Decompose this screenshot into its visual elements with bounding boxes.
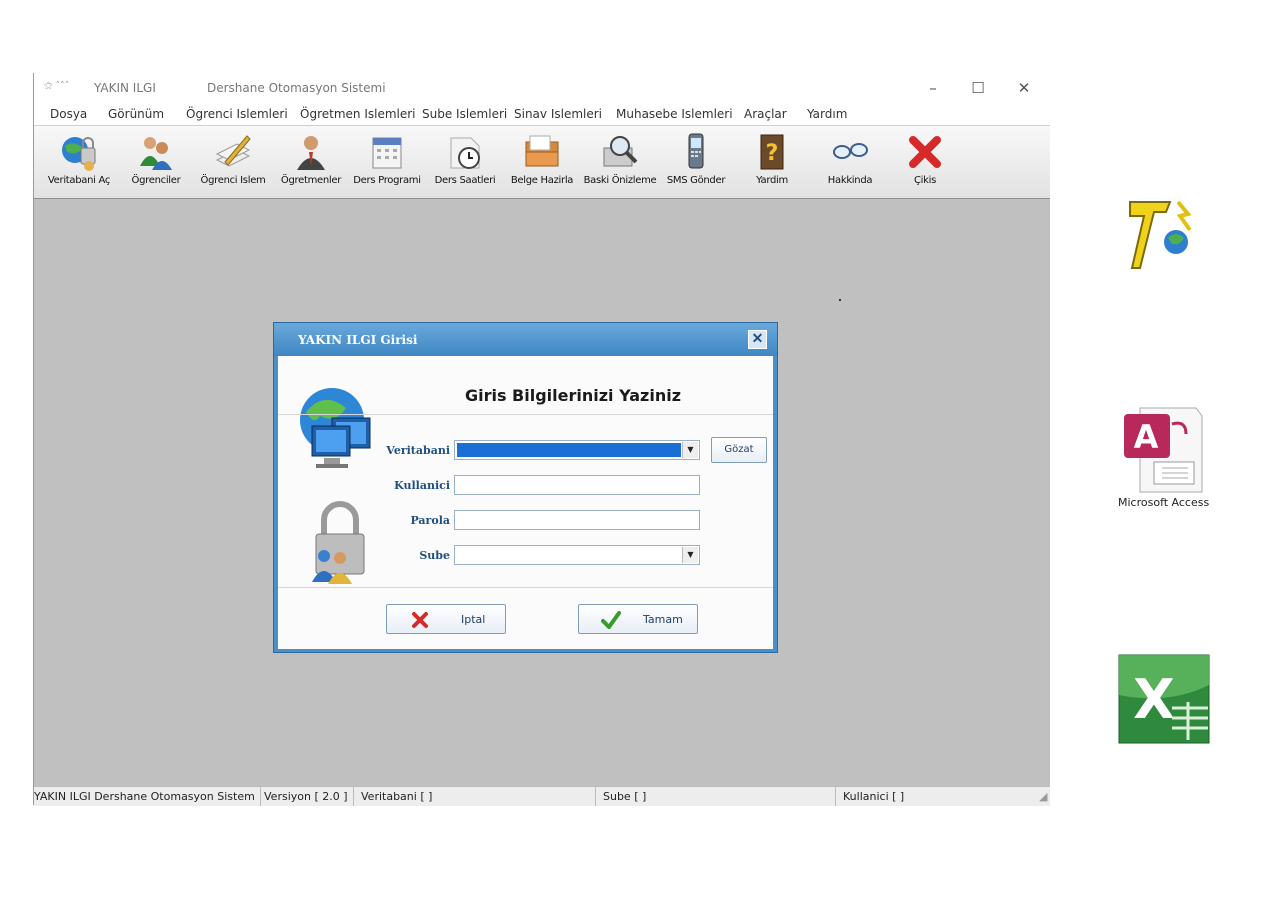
status-branch: Sube [ ] bbox=[596, 787, 836, 806]
padlock-users-icon bbox=[312, 501, 365, 584]
status-version: Versiyon [ 2.0 ] bbox=[261, 787, 354, 806]
database-label: Veritabani bbox=[386, 444, 450, 457]
title-bar: ⚝ ˄˄˄ YAKIN ILGI Dershane Otomasyon Sist… bbox=[34, 73, 1050, 103]
checkmark-icon bbox=[601, 611, 621, 629]
clock-icon bbox=[450, 137, 480, 169]
resize-grip-icon[interactable]: ◢ bbox=[1036, 787, 1050, 806]
ok-button[interactable]: Tamam bbox=[578, 604, 698, 634]
toolbar-ders-programi[interactable]: Ders Programi bbox=[350, 130, 424, 194]
menu-muhasebe-islemleri[interactable]: Muhasebe Islemleri bbox=[616, 107, 733, 121]
student-edit-icon bbox=[215, 135, 251, 167]
database-selection-highlight bbox=[457, 443, 681, 457]
documents-icon bbox=[525, 135, 559, 167]
exit-x-icon bbox=[909, 136, 941, 168]
window-close-button[interactable]: ✕ bbox=[1002, 75, 1046, 101]
status-app: YAKIN ILGI Dershane Otomasyon Sistem bbox=[31, 787, 261, 806]
students-icon bbox=[140, 137, 172, 170]
access-label: Microsoft Access bbox=[1118, 496, 1210, 509]
menu-sube-islemleri[interactable]: Sube Islemleri bbox=[422, 107, 507, 121]
help-book-icon: ? bbox=[760, 134, 784, 170]
cancel-button[interactable]: Iptal bbox=[386, 604, 506, 634]
calendar-icon bbox=[372, 137, 402, 169]
maximize-button[interactable]: ☐ bbox=[956, 75, 1000, 101]
desktop-icon-access[interactable]: A Microsoft Access bbox=[1118, 406, 1222, 509]
app-title: YAKIN ILGI bbox=[94, 81, 156, 95]
toolbar-hakkinda[interactable]: Hakkinda bbox=[820, 130, 880, 194]
browse-button[interactable]: Gözat bbox=[711, 437, 767, 463]
svg-text:X: X bbox=[1133, 668, 1175, 731]
desktop-icon-7z[interactable] bbox=[1126, 198, 1202, 276]
database-open-icon bbox=[62, 137, 96, 171]
chevron-down-icon[interactable]: ▼ bbox=[682, 442, 698, 458]
user-input[interactable] bbox=[454, 475, 700, 495]
toolbar-veritabani-ac[interactable]: Veritabani Aç bbox=[40, 130, 118, 194]
teacher-icon bbox=[297, 136, 325, 170]
toolbar-yardim[interactable]: ? Yardim bbox=[744, 130, 800, 194]
database-select[interactable]: ▼ bbox=[454, 440, 700, 460]
menu-dosya[interactable]: Dosya bbox=[50, 107, 87, 121]
toolbar-belge-hazirla[interactable]: Belge Hazirla bbox=[508, 130, 576, 194]
chevron-down-icon[interactable]: ▼ bbox=[682, 547, 698, 563]
menu-araclar[interactable]: Araçlar bbox=[744, 107, 787, 121]
menu-yardim[interactable]: Yardım bbox=[807, 107, 847, 121]
login-dialog: YAKIN ILGI Girisi ✕ Giris Bilgilerinizi … bbox=[273, 322, 778, 653]
cancel-x-icon bbox=[412, 612, 428, 628]
seven-zip-icon bbox=[1129, 200, 1192, 269]
desktop-icon-excel[interactable]: X bbox=[1118, 654, 1212, 750]
svg-text:?: ? bbox=[766, 141, 779, 166]
password-input[interactable] bbox=[454, 510, 700, 530]
branch-label: Sube bbox=[419, 549, 450, 562]
toolbar-ogrenci-islem[interactable]: Ögrenci Islem bbox=[196, 130, 270, 194]
menu-ogretmen-islemleri[interactable]: Ögretmen Islemleri bbox=[300, 107, 416, 121]
toolbar-baski-onizleme[interactable]: Baski Önizleme bbox=[582, 130, 658, 194]
dialog-heading: Giris Bilgilerinizi Yaziniz bbox=[464, 386, 682, 405]
status-user: Kullanici [ ] bbox=[843, 790, 905, 803]
toolbar-sms-gonder[interactable]: SMS Gönder bbox=[664, 130, 728, 194]
dialog-title-bar: YAKIN ILGI Girisi ✕ bbox=[274, 323, 777, 356]
toolbar-ogrenciler[interactable]: Ögrenciler bbox=[126, 130, 186, 194]
glasses-icon bbox=[833, 143, 868, 159]
menu-gorunum[interactable]: Görünüm bbox=[108, 107, 164, 121]
toolbar-cikis[interactable]: Çikis bbox=[900, 130, 950, 194]
button-divider bbox=[278, 587, 773, 588]
password-label: Parola bbox=[410, 514, 450, 527]
branch-select[interactable]: ▼ bbox=[454, 545, 700, 565]
phone-icon bbox=[688, 133, 704, 169]
microsoft-access-icon: A bbox=[1124, 407, 1203, 493]
heading-divider bbox=[278, 414, 773, 415]
app-logo-icon: ⚝ ˄˄˄ bbox=[44, 81, 70, 91]
minimize-button[interactable]: – bbox=[911, 75, 955, 101]
toolbar: Veritabani Aç Ögrenciler Ögrenci Islem Ö… bbox=[34, 125, 1050, 199]
stray-dot bbox=[839, 299, 841, 301]
dialog-title: YAKIN ILGI Girisi bbox=[298, 333, 418, 347]
status-bar: YAKIN ILGI Dershane Otomasyon Sistem Ver… bbox=[34, 786, 1050, 806]
dialog-body: Giris Bilgilerinizi Yaziniz Veritabani ▼… bbox=[278, 356, 773, 649]
menu-sinav-islemleri[interactable]: Sinav Islemleri bbox=[514, 107, 602, 121]
dialog-close-button[interactable]: ✕ bbox=[748, 330, 767, 349]
microsoft-excel-icon: X bbox=[1118, 654, 1210, 744]
menu-bar: Dosya Görünüm Ögrenci Islemleri Ögretmen… bbox=[34, 103, 1050, 125]
toolbar-ogretmenler[interactable]: Ögretmenler bbox=[278, 130, 344, 194]
print-preview-icon bbox=[603, 136, 638, 167]
user-label: Kullanici bbox=[394, 479, 450, 492]
svg-text:A: A bbox=[1134, 418, 1159, 456]
menu-ogrenci-islemleri[interactable]: Ögrenci Islemleri bbox=[186, 107, 288, 121]
app-subtitle: Dershane Otomasyon Sistemi bbox=[207, 81, 386, 95]
status-database: Veritabani [ ] bbox=[354, 787, 596, 806]
toolbar-ders-saatleri[interactable]: Ders Saatleri bbox=[430, 130, 500, 194]
